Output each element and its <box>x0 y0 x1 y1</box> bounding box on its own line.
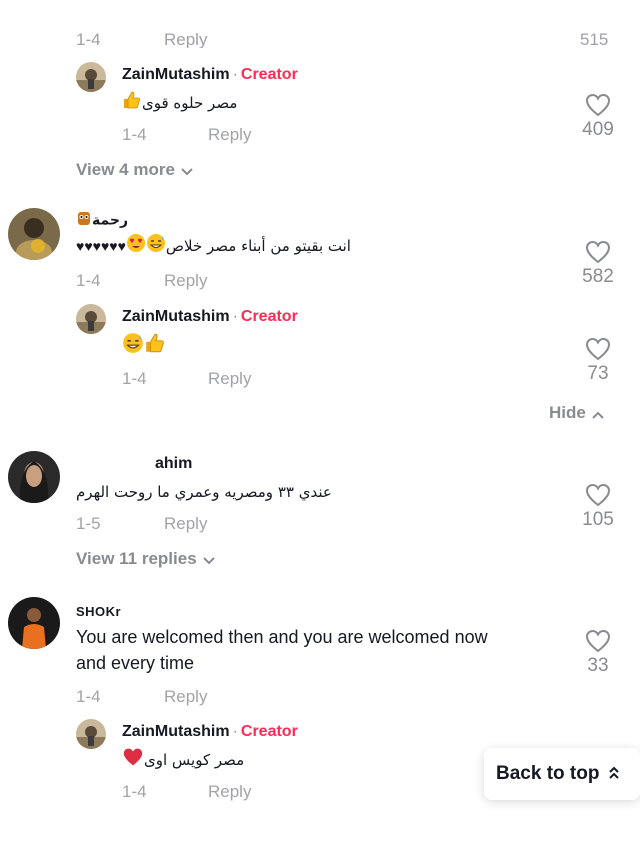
cutoff-row: 1-4 Reply 515 <box>76 30 609 48</box>
avatar[interactable] <box>8 208 60 260</box>
comment-text <box>122 332 166 361</box>
avatar[interactable] <box>76 62 106 92</box>
comment-date: 1-4 <box>122 125 147 144</box>
comment-date: 1-4 <box>122 782 147 801</box>
comment-username[interactable]: رحمة <box>76 210 128 231</box>
reply-button[interactable]: Reply <box>164 271 207 291</box>
heart-icon[interactable] <box>585 337 611 361</box>
hide-replies-button[interactable]: Hide <box>549 403 604 424</box>
comment-date: 1-4 <box>76 271 101 290</box>
comment-text: عندي ٣٣ ومصريه وعمري ما روحت الهرم <box>76 483 332 501</box>
grin-sweat-emoji <box>146 233 166 260</box>
like-count: 33 <box>587 655 609 676</box>
comment-username[interactable]: ZainMutashim · Creator <box>122 723 298 741</box>
creator-badge: Creator <box>240 66 298 83</box>
reply-button[interactable]: Reply <box>164 687 207 707</box>
reply-button[interactable]: Reply <box>208 782 251 802</box>
avatar[interactable] <box>8 451 60 503</box>
comment-username[interactable]: ZainMutashim · Creator <box>122 308 298 326</box>
like-button[interactable]: 582 <box>568 240 628 288</box>
comment-username[interactable]: ZainMutashim · Creator <box>122 66 298 84</box>
reply-button[interactable]: Reply <box>164 514 207 534</box>
grin-sweat-emoji <box>122 332 144 361</box>
reply-button[interactable]: Reply <box>208 369 251 389</box>
like-button[interactable]: 105 <box>568 483 628 531</box>
comment-date: 1-5 <box>76 514 101 533</box>
like-button[interactable]: 33 <box>568 629 628 677</box>
owl-emoji <box>76 210 92 231</box>
reply-button[interactable]: Reply <box>208 125 251 145</box>
comment-date: 1-4 <box>76 687 101 706</box>
like-count: 582 <box>582 266 614 287</box>
like-button[interactable]: 73 <box>568 337 628 385</box>
heart-icon[interactable] <box>585 629 611 653</box>
heart-icon[interactable] <box>585 93 611 117</box>
chevron-down-icon <box>202 550 215 570</box>
comment-text: You are welcomed then and you are welcom… <box>76 627 488 673</box>
view-more-button[interactable]: View 4 more <box>76 160 193 181</box>
like-count: 105 <box>582 509 614 530</box>
heart-icon[interactable] <box>585 483 611 507</box>
comment-text: ♥♥♥♥♥♥ انت بقيتو من أبناء مصر خلاص <box>76 232 351 260</box>
view-replies-button[interactable]: View 11 replies <box>76 549 215 570</box>
comment-username[interactable]: ahim <box>155 455 192 473</box>
chevron-down-icon <box>181 161 193 181</box>
like-count: 73 <box>587 363 609 384</box>
back-to-top-button[interactable]: Back to top <box>484 748 640 800</box>
avatar[interactable] <box>76 304 106 334</box>
avatar[interactable] <box>8 597 60 649</box>
comment-text: مصر كويس اوى <box>122 746 244 774</box>
heart-icon[interactable] <box>585 240 611 264</box>
red-heart-emoji <box>122 747 144 774</box>
double-chevron-up-icon <box>609 766 620 782</box>
thumbs-up-emoji <box>144 332 166 361</box>
like-button[interactable]: 409 <box>568 93 628 141</box>
comment-date: 1-4 <box>122 369 147 388</box>
creator-badge: Creator <box>240 308 298 325</box>
chevron-up-icon <box>592 404 604 424</box>
creator-badge: Creator <box>240 723 298 740</box>
comment-username[interactable]: SHOKr <box>76 604 121 619</box>
heart-eyes-emoji <box>126 233 146 260</box>
like-count: 409 <box>582 119 614 140</box>
thumbs-up-emoji <box>122 90 142 117</box>
comment-text: مصر حلوه قوى <box>122 89 237 117</box>
avatar[interactable] <box>76 719 106 749</box>
